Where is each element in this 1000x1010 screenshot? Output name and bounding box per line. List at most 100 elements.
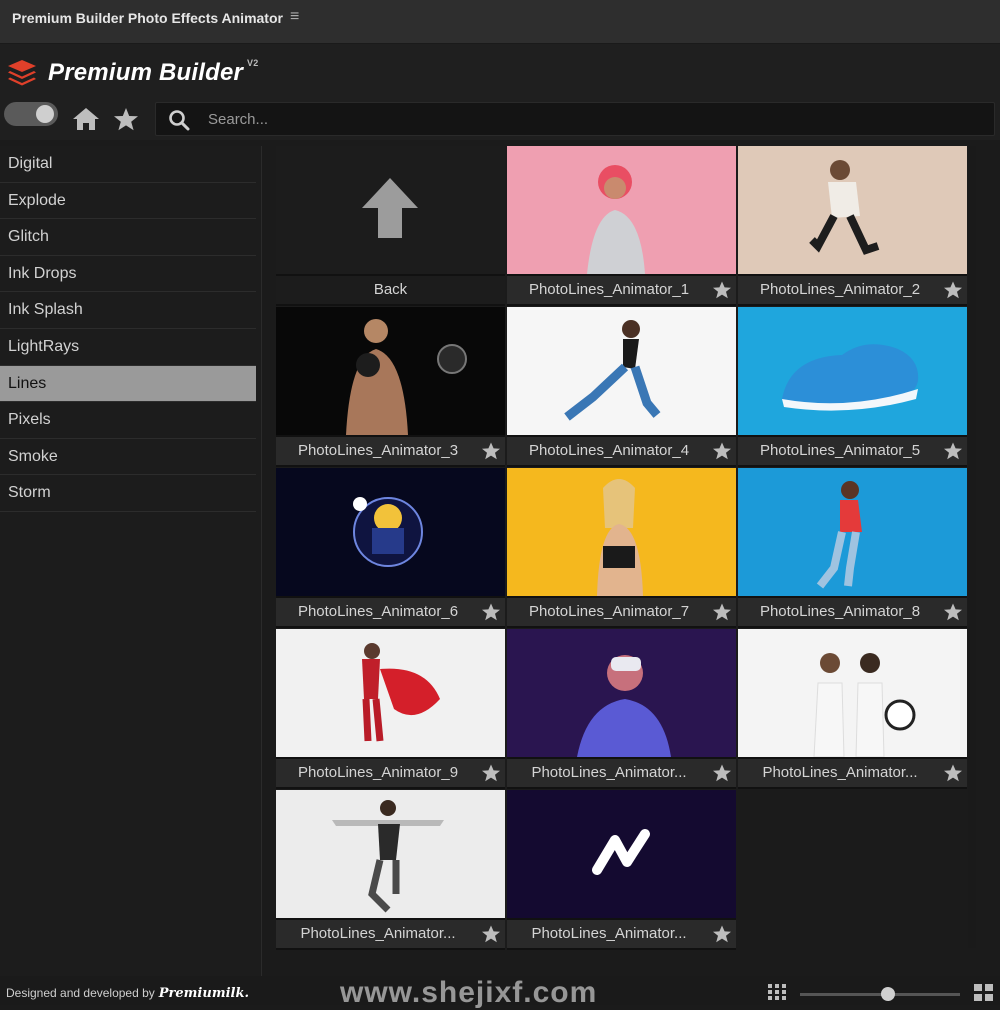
- preset-label: PhotoLines_Animator_4: [528, 442, 690, 459]
- favorite-star-icon[interactable]: [712, 924, 732, 944]
- preset-caption: PhotoLines_Animator_2: [738, 276, 967, 304]
- sidebar-item-pixels[interactable]: Pixels: [0, 402, 256, 439]
- preset-label: PhotoLines_Animator...: [300, 925, 456, 942]
- sidebar-item-explode[interactable]: Explode: [0, 183, 256, 220]
- preset-tile[interactable]: PhotoLines_Animator_1: [507, 146, 736, 306]
- preset-thumbnail: [507, 629, 736, 757]
- small-grid-icon[interactable]: [768, 984, 786, 1000]
- preset-caption: PhotoLines_Animator_1: [507, 276, 736, 304]
- preset-label: PhotoLines_Animator_8: [759, 603, 921, 620]
- preset-label: PhotoLines_Animator...: [531, 764, 687, 781]
- preset-tile[interactable]: PhotoLines_Animator...: [738, 629, 967, 789]
- grid-scrollbar[interactable]: [968, 146, 976, 948]
- favorite-star-icon[interactable]: [943, 602, 963, 622]
- favorite-star-icon[interactable]: [943, 763, 963, 783]
- sidebar-item-digital[interactable]: Digital: [0, 146, 256, 183]
- preset-tile[interactable]: PhotoLines_Animator_2: [738, 146, 967, 306]
- preset-label: PhotoLines_Animator_5: [759, 442, 921, 459]
- preset-label: PhotoLines_Animator_2: [759, 281, 921, 298]
- preset-caption: PhotoLines_Animator_4: [507, 437, 736, 465]
- brand-version: V2: [247, 58, 259, 68]
- sidebar-item-storm[interactable]: Storm: [0, 475, 256, 512]
- preset-tile[interactable]: PhotoLines_Animator_9: [276, 629, 505, 789]
- preset-caption: PhotoLines_Animator_7: [507, 598, 736, 626]
- preset-tile[interactable]: PhotoLines_Animator_7: [507, 468, 736, 628]
- preset-label: PhotoLines_Animator...: [531, 925, 687, 942]
- hamburger-icon[interactable]: ≡: [290, 8, 299, 26]
- large-grid-icon[interactable]: [974, 984, 994, 1002]
- window-title: Premium Builder Photo Effects Animator: [12, 10, 283, 26]
- preset-thumbnail: [276, 468, 505, 596]
- home-icon[interactable]: [72, 106, 100, 132]
- preset-thumbnail: [507, 146, 736, 274]
- preset-thumbnail: [738, 146, 967, 274]
- favorite-star-icon[interactable]: [712, 602, 732, 622]
- preset-label: PhotoLines_Animator_1: [528, 281, 690, 298]
- preset-thumbnail: [738, 468, 967, 596]
- sidebar-item-ink-drops[interactable]: Ink Drops: [0, 256, 256, 293]
- preset-tile[interactable]: PhotoLines_Animator...: [276, 790, 505, 950]
- preset-thumbnail: [507, 468, 736, 596]
- favorite-star-icon[interactable]: [943, 441, 963, 461]
- developer-signature: Premiumilk.: [158, 986, 249, 1001]
- category-sidebar: Digital Explode Glitch Ink Drops Ink Splash L…: [0, 146, 262, 976]
- search-bar: [155, 102, 995, 136]
- favorite-star-icon[interactable]: [481, 924, 501, 944]
- sidebar-item-glitch[interactable]: Glitch: [0, 219, 256, 256]
- preset-caption: PhotoLines_Animator_6: [276, 598, 505, 626]
- favorite-star-icon[interactable]: [481, 763, 501, 783]
- preset-thumbnail: [507, 790, 736, 918]
- preset-caption: PhotoLines_Animator_3: [276, 437, 505, 465]
- preset-label: PhotoLines_Animator_3: [297, 442, 459, 459]
- preset-tile[interactable]: PhotoLines_Animator_5: [738, 307, 967, 467]
- preset-caption: PhotoLines_Animator_8: [738, 598, 967, 626]
- preset-caption: PhotoLines_Animator_5: [738, 437, 967, 465]
- window-titlebar: Premium Builder Photo Effects Animator ≡: [0, 0, 1000, 44]
- preset-caption: PhotoLines_Animator...: [276, 920, 505, 948]
- preset-tile[interactable]: PhotoLines_Animator_4: [507, 307, 736, 467]
- preset-tile[interactable]: PhotoLines_Animator_8: [738, 468, 967, 628]
- effects-grid: Back PhotoLines_Animator_1 PhotoLines_An…: [276, 146, 968, 950]
- footer: Designed and developed by Premiumilk. www…: [0, 976, 1000, 1009]
- preset-caption: PhotoLines_Animator_9: [276, 759, 505, 787]
- toggle-knob: [36, 105, 54, 123]
- preset-caption: PhotoLines_Animator...: [738, 759, 967, 787]
- preset-thumbnail: [276, 790, 505, 918]
- preset-thumbnail: [738, 629, 967, 757]
- preset-caption: PhotoLines_Animator...: [507, 920, 736, 948]
- preset-label: PhotoLines_Animator_9: [297, 764, 459, 781]
- favorite-star-icon[interactable]: [712, 280, 732, 300]
- zoom-slider[interactable]: [800, 987, 960, 1001]
- search-icon: [169, 110, 190, 131]
- mode-toggle[interactable]: [4, 102, 58, 126]
- zoom-slider-handle[interactable]: [881, 987, 895, 1001]
- preset-label: PhotoLines_Animator_7: [528, 603, 690, 620]
- preset-tile[interactable]: PhotoLines_Animator_3: [276, 307, 505, 467]
- back-thumb: [276, 146, 505, 274]
- preset-tile[interactable]: PhotoLines_Animator...: [507, 629, 736, 789]
- back-button[interactable]: Back: [276, 146, 505, 306]
- sidebar-item-lines[interactable]: Lines: [0, 365, 256, 403]
- preset-label: PhotoLines_Animator...: [762, 764, 918, 781]
- preset-caption: PhotoLines_Animator...: [507, 759, 736, 787]
- preset-tile[interactable]: PhotoLines_Animator...: [507, 790, 736, 950]
- sidebar-item-ink-splash[interactable]: Ink Splash: [0, 292, 256, 329]
- favorite-star-icon[interactable]: [481, 602, 501, 622]
- brand-header: Premium Builder V2: [0, 44, 1000, 100]
- favorite-star-icon[interactable]: [712, 763, 732, 783]
- favorite-star-icon[interactable]: [943, 280, 963, 300]
- sidebar-item-lightrays[interactable]: LightRays: [0, 329, 256, 366]
- favorites-star-icon[interactable]: [112, 106, 140, 132]
- favorite-star-icon[interactable]: [481, 441, 501, 461]
- brand-title: Premium Builder V2: [48, 58, 258, 87]
- back-caption: Back: [276, 276, 505, 304]
- arrow-up-icon: [362, 178, 418, 238]
- favorite-star-icon[interactable]: [712, 441, 732, 461]
- preset-thumbnail: [738, 307, 967, 435]
- toolbar: [0, 100, 1000, 140]
- sidebar-item-smoke[interactable]: Smoke: [0, 439, 256, 476]
- preset-tile[interactable]: PhotoLines_Animator_6: [276, 468, 505, 628]
- brand-name: Premium Builder: [48, 59, 244, 86]
- search-input[interactable]: [208, 107, 978, 131]
- credit-text: Designed and developed by Premiumilk.: [6, 986, 249, 1001]
